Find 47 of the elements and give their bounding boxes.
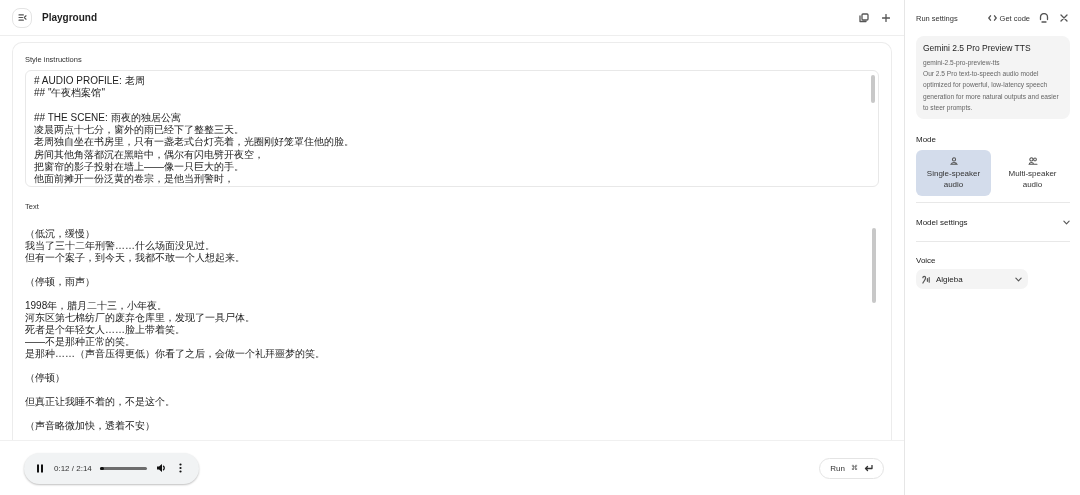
text-line: 但真正让我睡不着的，不是这个。 xyxy=(25,396,175,408)
model-name: Gemini 2.5 Pro Preview TTS xyxy=(923,43,1032,53)
text-line: 他面前摊开一份泛黄的卷宗，是他当刑警时， xyxy=(34,173,234,186)
text-line: （声音略微加快，透着不安） xyxy=(25,420,155,432)
style-instructions-field[interactable]: # AUDIO PROFILE: 老周 ## "午夜档案馆" ## THE SCENE: 雨夜的独居公寓 凌晨两点十七分，窗外的雨已经下了整整三天。 老周独自坐在书房里，只有一盏老式台灯亮着，光圈刚好笼罩住他的脸。 房间其他角落都沉在黑暗中，偶尔有闪电劈开夜空， 把窗帘的影子投射在墙上——像一只巨大的手。 他面前摊开一份泛黄的卷宗，是他当刑警时， xyxy=(25,70,879,187)
playback-time: 0:12 / 2:14 xyxy=(54,463,92,473)
text-line: 但有一个案子，到今天，我都不敢一个人想起来。 xyxy=(25,252,245,264)
seek-bar[interactable] xyxy=(99,466,147,470)
close-icon[interactable] xyxy=(1058,12,1070,24)
text-line: 凌晨两点十七分，窗外的雨已经下了整整三天。 xyxy=(34,124,244,136)
text-line: ## "午夜档案馆" xyxy=(34,87,105,100)
copy-icon[interactable] xyxy=(858,11,870,24)
sidebar-icon xyxy=(17,14,27,21)
mode-option[interactable]: Multi-speaker audio xyxy=(995,150,1070,196)
add-icon[interactable] xyxy=(880,11,892,24)
voice-select[interactable]: Algieba xyxy=(916,269,1028,289)
code-icon xyxy=(987,15,997,21)
text-line: 是那种……（声音压得更低）你看了之后，会做一个礼拜噩梦的笑。 xyxy=(25,348,325,360)
section-label: Mode xyxy=(916,135,937,144)
page-title: Playground xyxy=(42,12,98,23)
text-field[interactable]: （低沉，缓慢） 我当了三十二年刑警……什么场面没见过。 但有一个案子，到今天，我都不敢一个人想起来。 （停顿，雨声） 1998年，腊月二十三，小年夜。 河东区第七棉纺厂的废弃仓库里，发现了一具尸体。 死者是个年轻女人……脸上带着笑。 ——不是那种正常的笑。 是那种……（声音压得更低）你看了之后，会做一个礼拜噩梦的笑。 （停顿） 但真正让我睡不着的，不是这个。 （声音略微加快，透着不安） xyxy=(25,228,879,438)
model-settings-expander[interactable]: Model settings xyxy=(916,203,1070,242)
volume-icon[interactable] xyxy=(154,462,167,474)
text-line: 房间其他角落都沉在黑暗中，偶尔有闪电劈开夜空， xyxy=(34,148,264,161)
text-line: （停顿） xyxy=(25,372,65,384)
text-line: （低沉，缓慢） xyxy=(25,228,95,240)
text-line: ## THE SCENE: 雨夜的独居公寓 xyxy=(34,111,181,124)
text-line: 死者是个年轻女人……脸上带着笑。 xyxy=(25,324,185,336)
text-line: 我当了三十二年刑警……什么场面没见过。 xyxy=(25,240,215,252)
enter-icon xyxy=(864,464,873,472)
chevron-icon xyxy=(1063,219,1070,225)
people-icon xyxy=(1027,156,1038,165)
text-line: 把窗帘的影子投射在墙上——像一只巨大的手。 xyxy=(34,161,244,173)
voice-icon xyxy=(922,274,931,284)
sidebar-toggle-button[interactable] xyxy=(12,7,32,28)
text-line: 老周独自坐在书房里，只有一盏老式台灯亮着，光圈刚好笼罩住他的脸。 xyxy=(34,136,354,149)
text-line: （停顿，雨声） xyxy=(25,276,95,288)
text-line: ——不是那种正常的笑。 xyxy=(25,336,135,348)
section-label: Voice xyxy=(916,256,937,265)
pause-icon[interactable] xyxy=(34,462,46,474)
mode-option[interactable]: Single-speaker audio xyxy=(916,150,991,196)
chevron-icon xyxy=(1015,276,1022,282)
text-line: 河东区第七棉纺厂的废弃仓库里，发现了一具尸体。 xyxy=(25,312,255,324)
text-line: # AUDIO PROFILE: 老周 xyxy=(34,75,145,87)
feedback-icon[interactable] xyxy=(1038,12,1050,24)
text-line: 1998年，腊月二十三，小年夜。 xyxy=(25,300,168,312)
person-icon xyxy=(949,156,958,165)
